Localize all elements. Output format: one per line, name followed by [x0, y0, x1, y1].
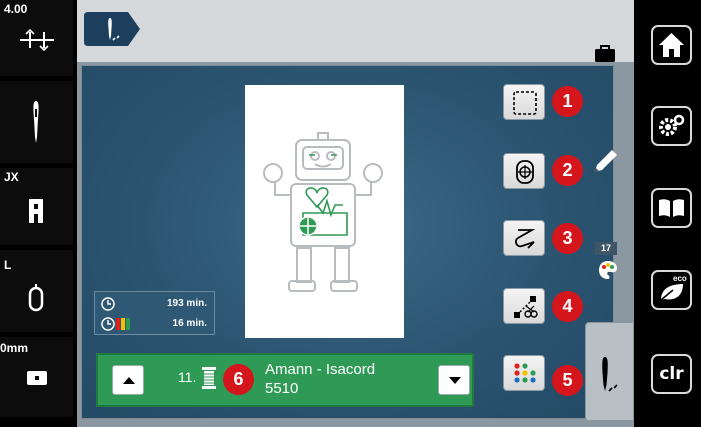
stitch-plate-icon	[28, 284, 44, 312]
stitch-time-info: 193 min. 16 min.	[94, 291, 215, 335]
tension-value: 0mm	[0, 341, 29, 355]
center-position-button[interactable]	[503, 153, 545, 189]
needle-plate-value: L	[4, 258, 12, 272]
clr-button[interactable]: clr	[651, 354, 692, 394]
triangle-down-icon	[449, 377, 461, 384]
stitch-width-cell[interactable]: 4.00	[0, 0, 73, 76]
clr-label: clr	[659, 364, 684, 384]
thread-name: Amann - Isacord 5510	[265, 360, 375, 398]
embroidery-tab[interactable]	[585, 322, 634, 421]
thread-number: 5510	[265, 380, 299, 397]
thread-spool-icon	[202, 367, 216, 389]
eco-icon: eco	[660, 274, 687, 301]
home-icon	[659, 33, 684, 57]
stitch-edit-button[interactable]	[503, 220, 545, 256]
tension-cell[interactable]: 0mm	[0, 337, 73, 417]
next-color-button[interactable]	[438, 365, 470, 395]
triangle-up-icon	[123, 377, 135, 384]
presser-foot-cell[interactable]: JX	[0, 168, 73, 245]
home-button[interactable]	[651, 25, 692, 65]
cut-connecting-stitches-button[interactable]	[503, 288, 545, 324]
settings-icon	[659, 114, 685, 136]
color-dots-icon	[514, 363, 536, 383]
check-size-button[interactable]	[503, 84, 545, 120]
center-position-icon	[516, 160, 534, 184]
needle-plate-cell[interactable]: L	[0, 250, 73, 332]
cut-jump-stitch-icon	[514, 296, 538, 318]
hoop-outline-icon	[513, 91, 537, 115]
presser-foot-value: JX	[4, 170, 19, 184]
color-time-value: 16 min.	[172, 318, 207, 329]
previous-color-button[interactable]	[112, 365, 144, 395]
presser-foot-icon	[29, 199, 43, 223]
embroidery-mode-tab[interactable]	[84, 12, 140, 46]
color-index: 11.	[178, 369, 197, 385]
needle-cell[interactable]	[0, 81, 73, 163]
eco-button[interactable]: eco	[651, 270, 692, 310]
total-time-value: 193 min.	[166, 298, 207, 309]
badge-5: 5	[552, 365, 583, 396]
badge-3: 3	[552, 223, 583, 254]
robot-design-preview	[263, 132, 383, 292]
book-icon	[659, 199, 684, 217]
needle-icon	[33, 101, 39, 143]
badge-6: 6	[223, 364, 254, 395]
settings-button[interactable]	[651, 106, 692, 146]
thread-color-selector: 11. 6 Amann - Isacord 5510	[96, 353, 474, 407]
embroidery-needle-icon	[602, 357, 618, 392]
top-tab-bar	[77, 0, 634, 62]
edit-pencil-icon[interactable]	[591, 148, 619, 176]
feed-dog-icon	[27, 371, 47, 385]
badge-2: 2	[552, 155, 583, 186]
briefcase-icon[interactable]	[594, 44, 616, 62]
clock-icon	[101, 297, 115, 311]
color-time-row: 16 min.	[101, 315, 213, 333]
guide-button[interactable]	[651, 188, 692, 228]
right-sidebar: eco clr	[640, 0, 701, 427]
color-sequence-button[interactable]	[503, 355, 545, 391]
svg-text:eco: eco	[673, 274, 687, 283]
main-screen: 193 min. 16 min. 11. 6 Amann - Isacord 5…	[77, 0, 634, 427]
badge-1: 1	[552, 86, 583, 117]
total-time-row: 193 min.	[101, 295, 213, 313]
hoop-area[interactable]	[245, 85, 404, 338]
edit-stitch-icon	[515, 229, 536, 249]
color-count-badge: 17	[595, 242, 617, 255]
stitch-width-icon	[20, 28, 54, 52]
thread-brand: Amann - Isacord	[265, 361, 376, 378]
stitch-width-value: 4.00	[4, 2, 28, 16]
color-clock-icon	[101, 317, 130, 331]
left-sidebar: 4.00 JX L 0mm	[0, 0, 75, 427]
badge-4: 4	[552, 291, 583, 322]
palette-icon[interactable]	[598, 260, 618, 280]
